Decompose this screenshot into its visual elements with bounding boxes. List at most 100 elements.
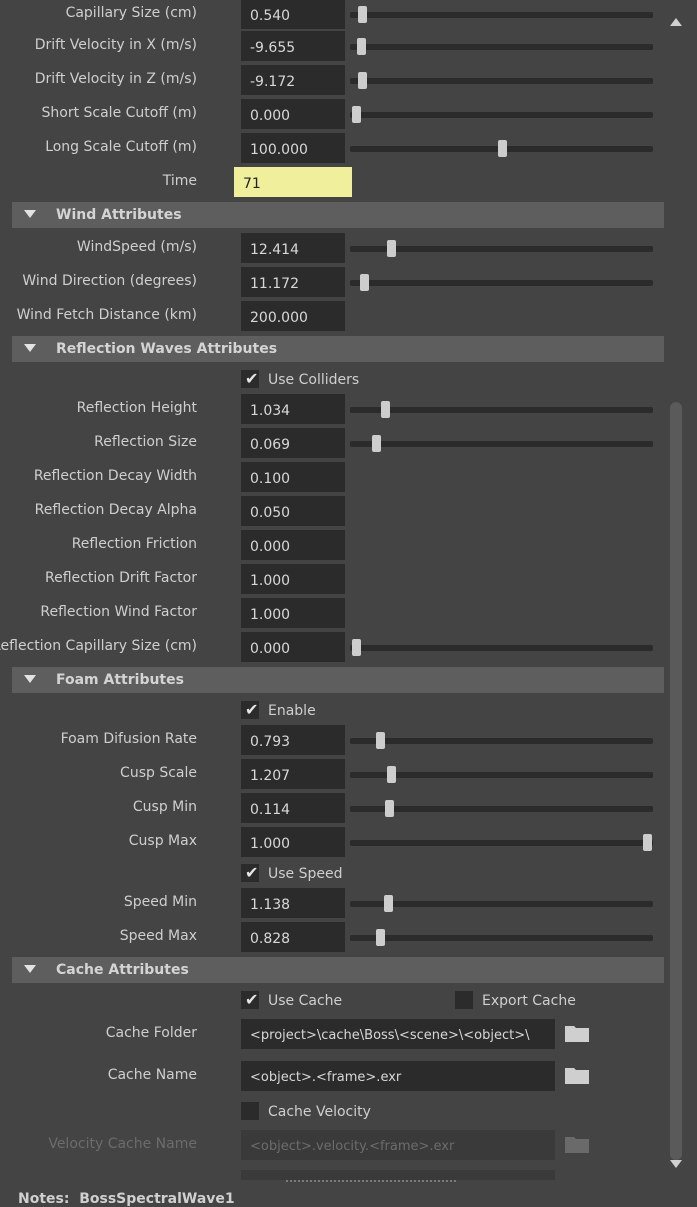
long-scale-cutoff-field[interactable]: 100.000 <box>241 133 345 163</box>
slider-handle[interactable] <box>376 732 386 749</box>
slider-handle[interactable] <box>380 401 390 418</box>
cache-name-field[interactable]: <object>.<frame>.exr <box>241 1061 555 1091</box>
checkmark-icon: ✔ <box>245 369 259 388</box>
cusp-max-field[interactable]: 1.000 <box>241 827 345 857</box>
speed-min-row: Speed Min 1.138 <box>0 886 665 920</box>
slider-handle[interactable] <box>352 106 362 123</box>
checkbox-label: Use Colliders <box>268 372 360 388</box>
wind-fetch-field[interactable]: 200.000 <box>241 301 345 331</box>
checkbox[interactable] <box>455 991 473 1009</box>
time-field[interactable]: 71 <box>234 167 352 197</box>
wind-speed-field[interactable]: 12.414 <box>241 233 345 263</box>
cache-folder-field[interactable]: <project>\cache\Boss\<scene>\<object>\ <box>241 1019 555 1049</box>
field-label: Cache Name <box>107 1067 197 1083</box>
cusp-max-slider[interactable] <box>350 834 653 851</box>
wind-direction-slider[interactable] <box>350 274 653 291</box>
cusp-scale-field[interactable]: 1.207 <box>241 759 345 789</box>
long-scale-cutoff-slider[interactable] <box>350 140 653 157</box>
foam-attributes-header[interactable]: Foam Attributes <box>12 667 664 693</box>
velocity-cache-name-row: Velocity Cache Name <object>.velocity.<f… <box>0 1128 665 1162</box>
wind-speed-slider[interactable] <box>350 240 653 257</box>
resize-handle[interactable] <box>286 1180 456 1182</box>
speed-min-field[interactable]: 1.138 <box>241 888 345 918</box>
speed-max-slider[interactable] <box>350 929 653 946</box>
folder-icon[interactable] <box>565 1066 589 1084</box>
scroll-up-arrow-icon[interactable] <box>670 18 682 26</box>
reflection-friction-field[interactable]: 0.000 <box>241 530 345 560</box>
reflection-size-field[interactable]: 0.069 <box>241 428 345 458</box>
slider-handle[interactable] <box>358 72 368 89</box>
drift-velocity-x-field[interactable]: -9.655 <box>241 31 345 61</box>
scroll-down-arrow-icon[interactable] <box>670 1160 682 1168</box>
reflection-height-field[interactable]: 1.034 <box>241 394 345 424</box>
collapse-triangle-icon <box>24 210 36 218</box>
foam-difusion-rate-slider[interactable] <box>350 732 653 749</box>
reflection-attributes-header[interactable]: Reflection Waves Attributes <box>12 336 664 362</box>
checkbox[interactable]: ✔ <box>241 863 259 882</box>
vertical-scrollbar[interactable] <box>667 14 685 1176</box>
scrollbar-thumb[interactable] <box>670 402 682 1160</box>
wind-fetch-row: Wind Fetch Distance (km) 200.000 <box>0 299 665 333</box>
slider-handle[interactable] <box>352 639 362 656</box>
slider-handle[interactable] <box>356 38 366 55</box>
field-label: Capillary Size (cm) <box>65 5 197 21</box>
wind-direction-row: Wind Direction (degrees) 11.172 <box>0 265 665 299</box>
reflection-size-row: Reflection Size 0.069 <box>0 426 665 460</box>
drift-velocity-x-slider[interactable] <box>350 38 653 55</box>
foam-difusion-rate-field[interactable]: 0.793 <box>241 725 345 755</box>
slider-handle[interactable] <box>497 140 507 157</box>
reflection-height-row: Reflection Height 1.034 <box>0 392 665 426</box>
wind-attributes-header[interactable]: Wind Attributes <box>12 202 664 228</box>
short-scale-cutoff-row: Short Scale Cutoff (m) 0.000 <box>0 97 665 131</box>
speed-max-field[interactable]: 0.828 <box>241 922 345 952</box>
wind-direction-field[interactable]: 11.172 <box>241 267 345 297</box>
cache-attributes-header[interactable]: Cache Attributes <box>12 957 664 983</box>
slider-handle[interactable] <box>386 766 396 783</box>
checkbox-label: Cache Velocity <box>268 1104 371 1120</box>
slider-handle[interactable] <box>359 274 369 291</box>
checkbox[interactable]: ✔ <box>241 369 259 388</box>
slider-handle[interactable] <box>376 929 386 946</box>
drift-velocity-z-slider[interactable] <box>350 72 653 89</box>
velocity-cache-name-field: <object>.velocity.<frame>.exr <box>241 1130 555 1160</box>
checkbox[interactable]: ✔ <box>241 990 259 1009</box>
slider-handle[interactable] <box>383 895 393 912</box>
time-label: Time <box>162 173 197 189</box>
field-label: Speed Max <box>119 928 197 944</box>
reflection-decay-alpha-field[interactable]: 0.050 <box>241 496 345 526</box>
cusp-scale-slider[interactable] <box>350 766 653 783</box>
checkbox-label: Use Cache <box>268 993 343 1009</box>
checkbox-label: Use Speed <box>268 866 343 882</box>
speed-max-row: Speed Max 0.828 <box>0 920 665 954</box>
reflection-drift-factor-field[interactable]: 1.000 <box>241 564 345 594</box>
checkbox[interactable]: ✔ <box>241 700 259 719</box>
field-label: Reflection Wind Factor <box>40 604 197 620</box>
folder-icon[interactable] <box>565 1024 589 1042</box>
short-scale-cutoff-field[interactable]: 0.000 <box>241 99 345 129</box>
field-label: Reflection Drift Factor <box>44 570 197 586</box>
cusp-min-field[interactable]: 0.114 <box>241 793 345 823</box>
reflection-size-slider[interactable] <box>350 435 653 452</box>
reflection-wind-factor-field[interactable]: 1.000 <box>241 598 345 628</box>
slider-handle[interactable] <box>385 800 395 817</box>
checkbox[interactable] <box>241 1102 259 1120</box>
field-label: Cusp Min <box>132 799 197 815</box>
capillary-size-slider[interactable] <box>350 6 653 23</box>
cusp-min-slider[interactable] <box>350 800 653 817</box>
short-scale-cutoff-slider[interactable] <box>350 106 653 123</box>
reflection-capillary-size-field[interactable]: 0.000 <box>241 632 345 662</box>
reflection-decay-width-field[interactable]: 0.100 <box>241 462 345 492</box>
slider-handle[interactable] <box>642 834 652 851</box>
field-label: Speed Min <box>123 894 197 910</box>
slider-handle[interactable] <box>358 6 368 23</box>
reflection-drift-factor-row: Reflection Drift Factor 1.000 <box>0 562 665 596</box>
collapse-triangle-icon <box>24 965 36 973</box>
slider-handle[interactable] <box>371 435 381 452</box>
field-label: Reflection Height <box>76 400 197 416</box>
drift-velocity-z-field[interactable]: -9.172 <box>241 65 345 95</box>
reflection-capillary-size-slider[interactable] <box>350 639 653 656</box>
slider-handle[interactable] <box>386 240 396 257</box>
speed-min-slider[interactable] <box>350 895 653 912</box>
capillary-size-field[interactable]: 0.540 <box>241 0 345 29</box>
reflection-height-slider[interactable] <box>350 401 653 418</box>
